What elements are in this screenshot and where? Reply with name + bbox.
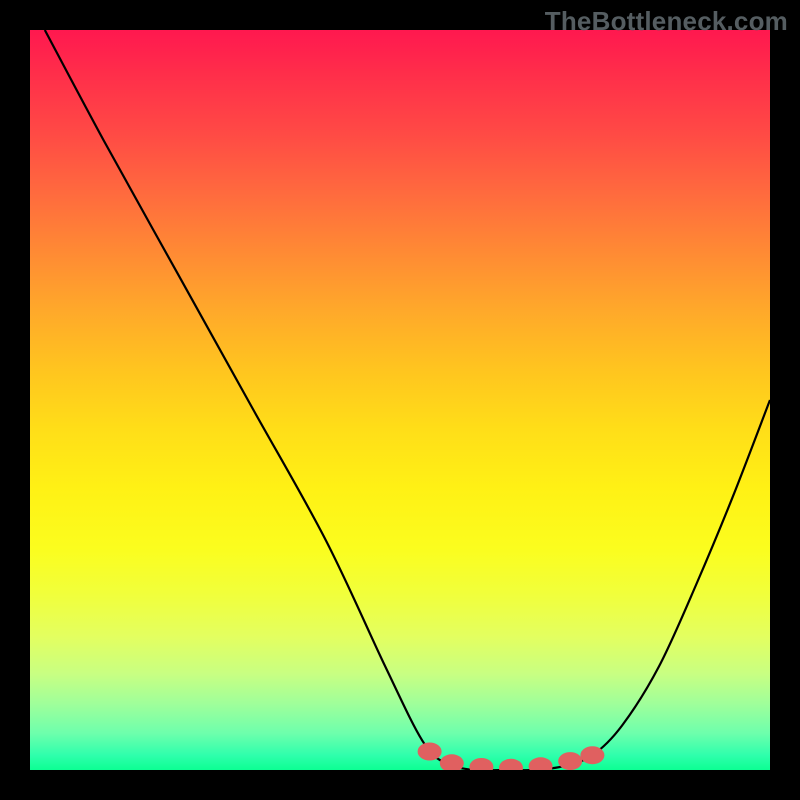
curve-path [45,30,770,770]
marker-dot [440,754,464,770]
marker-dot [469,758,493,770]
plot-svg [30,30,770,770]
marker-dot [580,746,604,764]
watermark-text: TheBottleneck.com [545,6,788,37]
marker-dot [499,759,523,770]
plot-area [30,30,770,770]
marker-dot [418,743,442,761]
chart-frame: TheBottleneck.com [0,0,800,800]
marker-dot [529,757,553,770]
marker-group [418,743,605,771]
marker-dot [558,752,582,770]
